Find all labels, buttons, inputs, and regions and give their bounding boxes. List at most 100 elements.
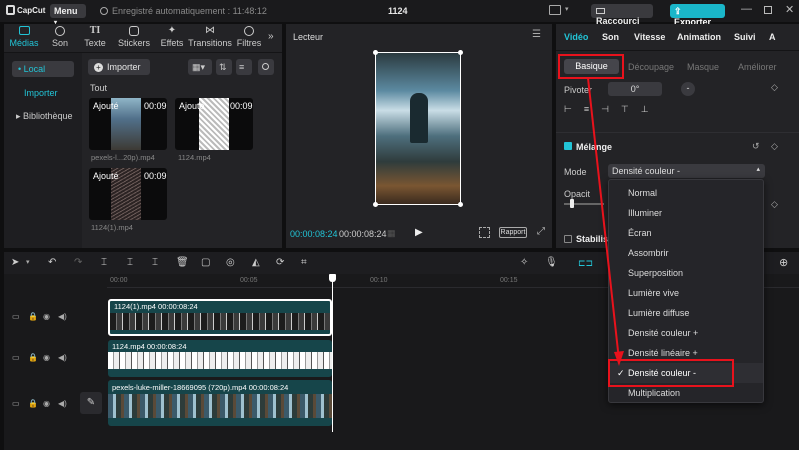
playhead-handle[interactable] <box>329 274 336 282</box>
layout-icon[interactable] <box>549 5 561 15</box>
lock-icon[interactable]: 🔒 <box>28 353 38 362</box>
sidebar-item-import[interactable]: Importer <box>24 88 58 98</box>
export-button[interactable]: ⇪ Exporter <box>670 4 725 27</box>
playhead[interactable] <box>332 274 333 432</box>
timeline-clip[interactable]: 1124(1).mp4 00:00:08:24 <box>108 299 332 336</box>
menu-button[interactable]: Menu ▾ <box>50 4 86 26</box>
auto-adjust-icon[interactable]: ✧ <box>520 257 528 268</box>
reverse-icon[interactable]: ◎ <box>226 257 235 268</box>
freeze-frame-icon[interactable]: ▢ <box>201 257 210 268</box>
media-item[interactable]: Ajouté 00:09 <box>89 168 167 220</box>
speaker-icon[interactable]: ◀) <box>58 353 67 362</box>
blend-option-color-dodge[interactable]: Densité couleur + <box>609 323 763 343</box>
tab-filters[interactable]: Filtres <box>232 26 266 48</box>
resize-handle[interactable] <box>458 50 463 55</box>
fullscreen-crop-icon[interactable] <box>479 227 490 238</box>
resize-handle[interactable] <box>373 50 378 55</box>
undo-icon[interactable]: ↶ <box>48 257 56 268</box>
maximize-icon[interactable] <box>764 6 772 14</box>
ratio-button[interactable]: Rapport <box>499 227 527 238</box>
track-video-icon[interactable]: ▭ <box>12 312 20 321</box>
keyframe-icon[interactable]: ◇ <box>771 199 778 210</box>
mirror-icon[interactable]: ◭ <box>252 257 260 268</box>
tab-animation[interactable]: Animation <box>677 32 721 42</box>
align-toolbar[interactable]: ⊢≡⊣⊤⊥ <box>564 104 714 118</box>
eye-icon[interactable]: ◉ <box>43 399 50 408</box>
more-tabs-icon[interactable]: » <box>268 31 274 42</box>
grid-view-icon[interactable]: ▦▾ <box>188 59 212 75</box>
eye-icon[interactable]: ◉ <box>43 353 50 362</box>
rotate-input[interactable]: 0° <box>608 82 662 96</box>
stabilize-checkbox[interactable] <box>564 235 572 243</box>
media-item[interactable]: Ajouté 00:09 <box>89 98 167 150</box>
reset-icon[interactable]: ↺ <box>752 141 760 152</box>
play-icon[interactable]: ▶ <box>415 227 423 238</box>
tab-stickers[interactable]: Stickers <box>114 26 154 48</box>
crop-icon[interactable]: ⌗ <box>301 257 307 268</box>
blend-option-screen[interactable]: Écran <box>609 223 763 243</box>
microphone-icon[interactable]: 🎙 <box>545 257 558 268</box>
speaker-icon[interactable]: ◀) <box>58 399 67 408</box>
mode-select[interactable]: Densité couleur - ▴ <box>608 164 765 178</box>
close-icon[interactable]: ✕ <box>785 3 794 16</box>
blend-option-darken[interactable]: Assombrir <box>609 243 763 263</box>
zoom-in-icon[interactable]: ⊕ <box>779 256 788 269</box>
subtab-basic[interactable]: Basique <box>564 59 619 74</box>
blend-option-overlay[interactable]: Superposition <box>609 263 763 283</box>
tab-video[interactable]: Vidéo <box>564 32 588 42</box>
lock-icon[interactable]: 🔒 <box>28 312 38 321</box>
tab-text[interactable]: TI Texte <box>79 26 111 49</box>
tab-tracking[interactable]: Suivi <box>734 32 756 42</box>
rotate-icon[interactable]: ⟳ <box>276 257 284 268</box>
magnet-link-icon[interactable]: ⊏⊐ <box>578 258 593 269</box>
subtab-crop[interactable]: Découpage <box>628 62 674 72</box>
sidebar-item-local[interactable]: • Local <box>12 61 74 77</box>
split-left-icon[interactable]: ⌶ <box>127 257 133 268</box>
blend-option-soft-light[interactable]: Lumière diffuse <box>609 303 763 323</box>
track-video-icon[interactable]: ▭ <box>12 399 20 408</box>
redo-icon[interactable]: ↷ <box>74 257 82 268</box>
menu-lines-icon[interactable]: ☰ <box>532 29 541 40</box>
edit-cover-icon[interactable]: ✎ <box>80 392 102 414</box>
expand-icon[interactable]: ⤢ <box>537 226 545 237</box>
keyframe-icon[interactable]: ◇ <box>771 141 778 152</box>
eye-icon[interactable]: ◉ <box>43 312 50 321</box>
timeline-clip[interactable]: pexels-luke-miller-18669095 (720p).mp4 0… <box>108 380 332 426</box>
tab-speed[interactable]: Vitesse <box>634 32 665 42</box>
delete-icon[interactable]: 🗑 <box>176 257 189 268</box>
timeline-clip[interactable]: 1124.mp4 00:00:08:24 <box>108 340 332 377</box>
tab-media[interactable]: Médias <box>6 26 42 48</box>
video-preview[interactable] <box>373 50 463 207</box>
media-item[interactable]: Ajouté 00:09 <box>175 98 253 150</box>
resize-handle[interactable] <box>373 202 378 207</box>
tab-audio-settings[interactable]: Son <box>602 32 619 42</box>
resize-handle[interactable] <box>458 202 463 207</box>
blend-checkbox[interactable] <box>564 142 572 150</box>
blend-option-lighten[interactable]: Illuminer <box>609 203 763 223</box>
minimize-icon[interactable]: — <box>741 3 752 15</box>
search-icon[interactable] <box>258 59 274 75</box>
rotate-minus-button[interactable]: - <box>681 82 695 96</box>
opacity-slider-handle[interactable] <box>570 199 574 208</box>
keyframe-icon[interactable]: ◇ <box>771 82 778 93</box>
filter-list-icon[interactable]: ≡ <box>236 59 252 75</box>
more-tabs-icon[interactable]: A <box>769 32 776 42</box>
subtab-enhance[interactable]: Améliorer <box>738 62 777 72</box>
import-button[interactable]: + Importer <box>88 59 150 75</box>
shortcuts-button[interactable]: Raccourci <box>591 4 653 26</box>
tab-audio[interactable]: Son <box>44 26 76 48</box>
tab-effects[interactable]: ✦ Effets <box>155 26 189 49</box>
split-right-icon[interactable]: ⌶ <box>152 257 158 268</box>
blend-option-normal[interactable]: Normal <box>609 183 763 203</box>
speaker-icon[interactable]: ◀) <box>58 312 67 321</box>
split-icon[interactable]: ⌶ <box>101 257 107 268</box>
select-cursor-icon[interactable]: ➤ <box>11 257 19 268</box>
track-video-icon[interactable]: ▭ <box>12 353 20 362</box>
tab-transitions[interactable]: ⋈ Transitions <box>188 26 232 49</box>
subtab-mask[interactable]: Masque <box>687 62 719 72</box>
sort-icon[interactable]: ⇅ <box>216 59 232 75</box>
capcut-logo-icon <box>6 5 15 15</box>
lock-icon[interactable]: 🔒 <box>28 399 38 408</box>
blend-option-hard-light[interactable]: Lumière vive <box>609 283 763 303</box>
sidebar-item-library[interactable]: ▸ Bibliothèque <box>16 111 73 122</box>
